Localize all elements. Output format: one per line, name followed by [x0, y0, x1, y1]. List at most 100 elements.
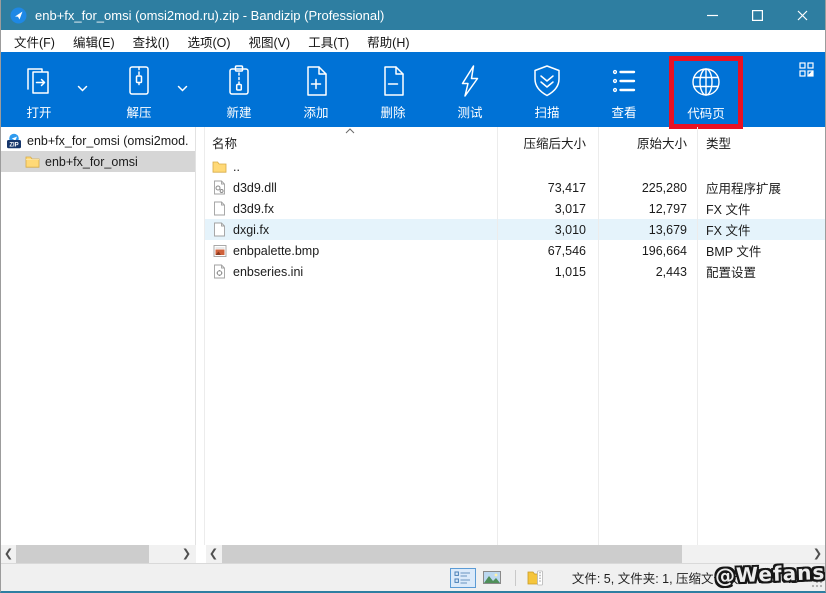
menu-help[interactable]: 帮助(H) [358, 30, 418, 53]
window-title: enb+fx_for_omsi (omsi2mod.ru).zip - Band… [35, 8, 690, 23]
menu-options[interactable]: 选项(O) [178, 30, 239, 53]
preview-view-button[interactable] [479, 568, 505, 588]
watermark: @Wefans [714, 560, 825, 588]
open-archive-icon [21, 61, 57, 101]
panel-splitter[interactable] [196, 127, 205, 545]
file-type: 应用程序扩展 [697, 178, 825, 197]
new-archive-button[interactable]: 新建 [207, 61, 271, 121]
file-type: 配置设置 [697, 262, 825, 281]
open-folder-button[interactable] [523, 568, 549, 588]
open-button[interactable]: 打开 [7, 61, 71, 121]
column-divider[interactable] [598, 127, 599, 545]
extract-button[interactable]: 解压 [107, 61, 171, 121]
codepage-button[interactable]: 代码页 [674, 62, 738, 122]
file-compressed-size: 67,546 [497, 244, 598, 258]
bandizip-app-icon [10, 7, 27, 24]
statusbar-divider [515, 570, 516, 586]
file-original-size: 12,797 [598, 202, 697, 216]
file-compressed-size: 1,015 [497, 265, 598, 279]
scan-icon [529, 61, 565, 101]
file-name: enbpalette.bmp [233, 244, 319, 258]
bmp-file-icon [212, 244, 227, 258]
details-view-button[interactable] [450, 568, 476, 588]
file-icon [212, 201, 227, 216]
file-row-d3d9-dll[interactable]: d3d9.dll 73,417 225,280 应用程序扩展 [205, 177, 825, 198]
column-header-compressed[interactable]: 压缩后大小 [497, 133, 598, 152]
column-header-original[interactable]: 原始大小 [598, 133, 697, 152]
scrollbar-row: ❮ ❯ ❮ ❯ [1, 545, 825, 563]
new-archive-label: 新建 [226, 102, 251, 121]
file-list: 名称 压缩后大小 原始大小 类型 .. [205, 127, 825, 545]
tree-item-label: enb+fx_for_omsi (omsi2mod. [27, 134, 189, 148]
file-type: FX 文件 [697, 220, 825, 239]
file-name: dxgi.fx [233, 223, 269, 237]
column-header-type[interactable]: 类型 [697, 133, 825, 152]
scroll-left-icon[interactable]: ❮ [206, 545, 221, 563]
open-label: 打开 [26, 102, 51, 121]
tree-item-label: enb+fx_for_omsi [45, 155, 138, 169]
menu-find[interactable]: 查找(I) [124, 30, 179, 53]
delete-icon [375, 61, 411, 101]
file-row-d3d9-fx[interactable]: d3d9.fx 3,017 12,797 FX 文件 [205, 198, 825, 219]
file-name: d3d9.dll [233, 181, 277, 195]
test-icon [452, 61, 488, 101]
svg-text:ZIP: ZIP [9, 142, 18, 148]
column-divider[interactable] [497, 127, 498, 545]
codepage-highlight-annotation: 代码页 [669, 56, 743, 129]
scan-label: 扫描 [534, 102, 559, 121]
file-original-size: 13,679 [598, 223, 697, 237]
folder-tree-panel: ZIP enb+fx_for_omsi (omsi2mod. enb+fx_fo… [1, 127, 196, 545]
bandizip-window: enb+fx_for_omsi (omsi2mod.ru).zip - Band… [0, 0, 826, 593]
file-icon [212, 222, 227, 237]
column-header-name[interactable]: 名称 [205, 133, 497, 152]
dll-file-icon [212, 180, 227, 195]
delete-button[interactable]: 删除 [361, 61, 425, 121]
menu-view[interactable]: 视图(V) [240, 30, 300, 53]
column-divider[interactable] [697, 127, 698, 545]
extract-label: 解压 [126, 102, 151, 121]
scrollbar-thumb[interactable] [222, 545, 682, 563]
file-compressed-size: 3,010 [497, 223, 598, 237]
scrollbar-thumb[interactable] [16, 545, 149, 563]
file-row-enbpalette-bmp[interactable]: enbpalette.bmp 67,546 196,664 BMP 文件 [205, 240, 825, 261]
menu-edit[interactable]: 编辑(E) [64, 30, 124, 53]
file-original-size: 196,664 [598, 244, 697, 258]
file-name: .. [233, 160, 240, 174]
maximize-button[interactable] [735, 0, 780, 30]
extract-dropdown[interactable] [171, 85, 194, 92]
add-files-button[interactable]: 添加 [284, 61, 348, 121]
title-bar: enb+fx_for_omsi (omsi2mod.ru).zip - Band… [1, 0, 825, 30]
status-bar: 文件: 5, 文件夹: 1, 压缩文件大小: 145 KB [1, 563, 825, 591]
toolbar: 打开 解压 [1, 52, 825, 127]
scroll-right-icon[interactable]: ❯ [179, 545, 194, 563]
file-name: enbseries.ini [233, 265, 303, 279]
scan-button[interactable]: 扫描 [515, 61, 579, 121]
view-button[interactable]: 查看 [592, 61, 656, 121]
extract-icon [121, 61, 157, 101]
file-type: BMP 文件 [697, 241, 825, 260]
add-files-label: 添加 [303, 102, 328, 121]
list-hscrollbar[interactable]: ❮ ❯ [206, 545, 825, 563]
panel-layout-button[interactable] [799, 62, 814, 77]
tree-item-folder[interactable]: enb+fx_for_omsi [1, 151, 195, 172]
minimize-button[interactable] [690, 0, 735, 30]
open-dropdown[interactable] [71, 85, 94, 92]
tree-item-archive[interactable]: ZIP enb+fx_for_omsi (omsi2mod. [1, 130, 195, 151]
file-original-size: 225,280 [598, 181, 697, 195]
view-icon [606, 61, 642, 101]
test-button[interactable]: 测试 [438, 61, 502, 121]
delete-label: 删除 [380, 102, 405, 121]
file-row-dxgi-fx[interactable]: dxgi.fx 3,010 13,679 FX 文件 [205, 219, 825, 240]
zip-archive-icon: ZIP [6, 133, 22, 149]
ini-file-icon [212, 264, 227, 279]
folder-icon [25, 155, 40, 168]
codepage-globe-icon [688, 62, 724, 102]
tree-hscrollbar[interactable]: ❮ ❯ [1, 545, 196, 563]
scroll-left-icon[interactable]: ❮ [1, 545, 16, 563]
menu-file[interactable]: 文件(F) [5, 30, 64, 53]
file-row-up[interactable]: .. [205, 156, 825, 177]
menu-tools[interactable]: 工具(T) [299, 30, 358, 53]
close-button[interactable] [780, 0, 825, 30]
file-row-enbseries-ini[interactable]: enbseries.ini 1,015 2,443 配置设置 [205, 261, 825, 282]
codepage-label: 代码页 [687, 103, 725, 122]
